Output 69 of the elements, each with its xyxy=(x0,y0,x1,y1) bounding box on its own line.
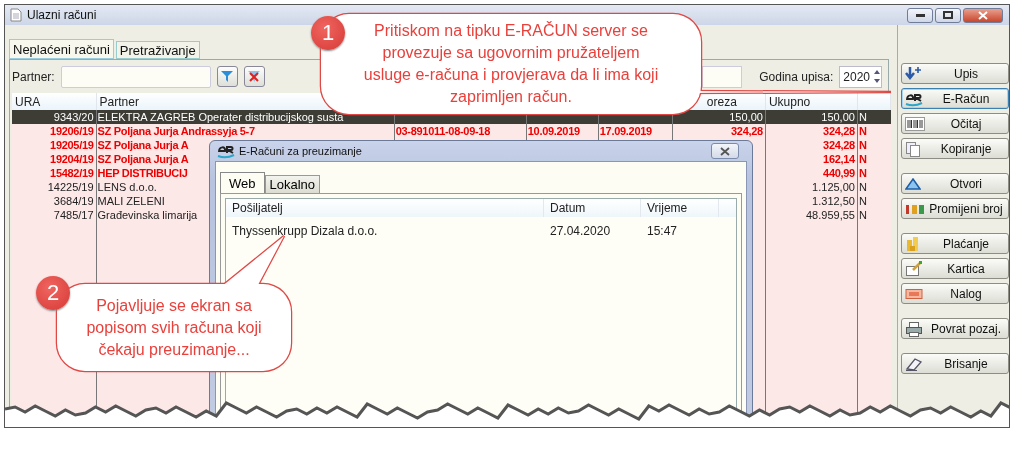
table-cell: MALI ZELENI xyxy=(97,195,165,207)
table-cell: 19205/19 xyxy=(50,139,94,151)
dialog-title: E-Računi za preuzimanje xyxy=(239,145,362,157)
column-header: Pošiljatelj xyxy=(226,199,544,217)
table-cell: N xyxy=(858,181,867,193)
table-cell: 324,28 xyxy=(731,125,763,137)
year-label: Godina upisa: xyxy=(759,69,834,84)
table-cell: 3684/19 xyxy=(53,195,94,207)
callout-text: Pritiskom na tipku E-RAČUN server se provezuje sa ugovornim pružateljem usluge e-računa i provjerava da li ima koji zaprimljen račun. xyxy=(362,20,660,107)
table-cell: 9343/20 xyxy=(53,111,94,123)
table-cell: N xyxy=(858,195,867,207)
table-cell: 150,00 xyxy=(729,111,763,123)
tab[interactable]: Pretraživanje xyxy=(115,41,200,59)
column-header: Partner xyxy=(99,94,139,109)
column-header: Datum xyxy=(544,199,641,217)
table-cell: 17.09.2019 xyxy=(599,125,652,137)
table-cell: 1.312,50 xyxy=(812,195,855,207)
dialog-tab[interactable]: Web xyxy=(220,172,265,193)
table-cell: N xyxy=(858,125,867,137)
partner-label: Partner: xyxy=(12,69,55,84)
column-header: URA xyxy=(15,94,41,109)
table-cell: SZ Poljana Jurja A xyxy=(97,153,189,165)
column-header: Vrijeme xyxy=(641,199,719,217)
return-button[interactable]: Povrat pozaj. xyxy=(901,318,1009,339)
table-cell: N xyxy=(858,209,867,221)
table-cell: 48.959,55 xyxy=(806,209,855,221)
table-cell: N xyxy=(858,167,867,179)
table-cell: 19204/19 xyxy=(50,153,94,165)
entry-button[interactable]: Upis xyxy=(901,63,1009,84)
scan-button[interactable]: Očitaj xyxy=(901,113,1009,134)
table-cell: 19206/19 xyxy=(50,125,94,137)
table-cell: SZ Poljana Jurja Andrassyja 5-7 xyxy=(97,125,255,137)
table-cell: 15482/19 xyxy=(50,167,94,179)
table-cell: 324,28 xyxy=(823,139,855,151)
renumber-button[interactable]: Promijeni broj xyxy=(901,198,1009,219)
card-button[interactable]: Kartica xyxy=(901,258,1009,279)
tab[interactable]: Neplaćeni računi xyxy=(9,39,114,59)
table-cell-text: 15:47 xyxy=(646,223,679,239)
table-cell: N xyxy=(858,111,867,123)
copy-button[interactable]: Kopiranje xyxy=(901,138,1009,159)
table-cell: 150,00 xyxy=(821,111,855,123)
table-cell: Građevinska limarija xyxy=(97,209,198,221)
column-header: Ukupno xyxy=(768,94,811,109)
table-cell: HEP DISTRIBUCIJ xyxy=(97,167,188,179)
table-cell: ELEKTRA ZAGREB Operater distribucijskog susta xyxy=(97,111,344,123)
year-spinner[interactable]: 2020 xyxy=(839,65,882,88)
table-cell-text: Thyssenkrupp Dizala d.o.o. xyxy=(231,223,379,239)
column-header: oreza xyxy=(706,94,737,109)
table-cell: 14225/19 xyxy=(47,181,94,193)
window-title: Ulazni računi xyxy=(27,8,97,22)
callout-text: Pojavljuje se ekran sa popisom svih računa koji čekaju preuzimanje... xyxy=(85,295,263,360)
table-cell: 162,14 xyxy=(823,153,855,165)
order-button[interactable]: Nalog xyxy=(901,283,1009,304)
table-cell: SZ Poljana Jurja A xyxy=(97,139,189,151)
open-button[interactable]: Otvori xyxy=(901,173,1009,194)
table-cell: 324,28 xyxy=(823,125,855,137)
e-invoice-button[interactable]: E-Račun xyxy=(901,88,1009,109)
table-cell: 03-891011-08-09-18 xyxy=(395,125,490,137)
table-cell-text: 27.04.2020 xyxy=(549,223,612,239)
table-cell: 7485/17 xyxy=(53,209,94,221)
table-cell: LENS d.o.o. xyxy=(97,181,157,193)
table-cell: 440,99 xyxy=(823,167,855,179)
payment-button[interactable]: Plaćanje xyxy=(901,233,1009,254)
delete-button[interactable]: Brisanje xyxy=(901,353,1009,374)
table-cell: 10.09.2019 xyxy=(527,125,580,137)
table-cell: 1.125,00 xyxy=(812,181,855,193)
table-cell: N xyxy=(858,153,867,165)
table-cell: N xyxy=(858,139,867,151)
dialog-tab[interactable]: Lokalno xyxy=(264,175,321,193)
